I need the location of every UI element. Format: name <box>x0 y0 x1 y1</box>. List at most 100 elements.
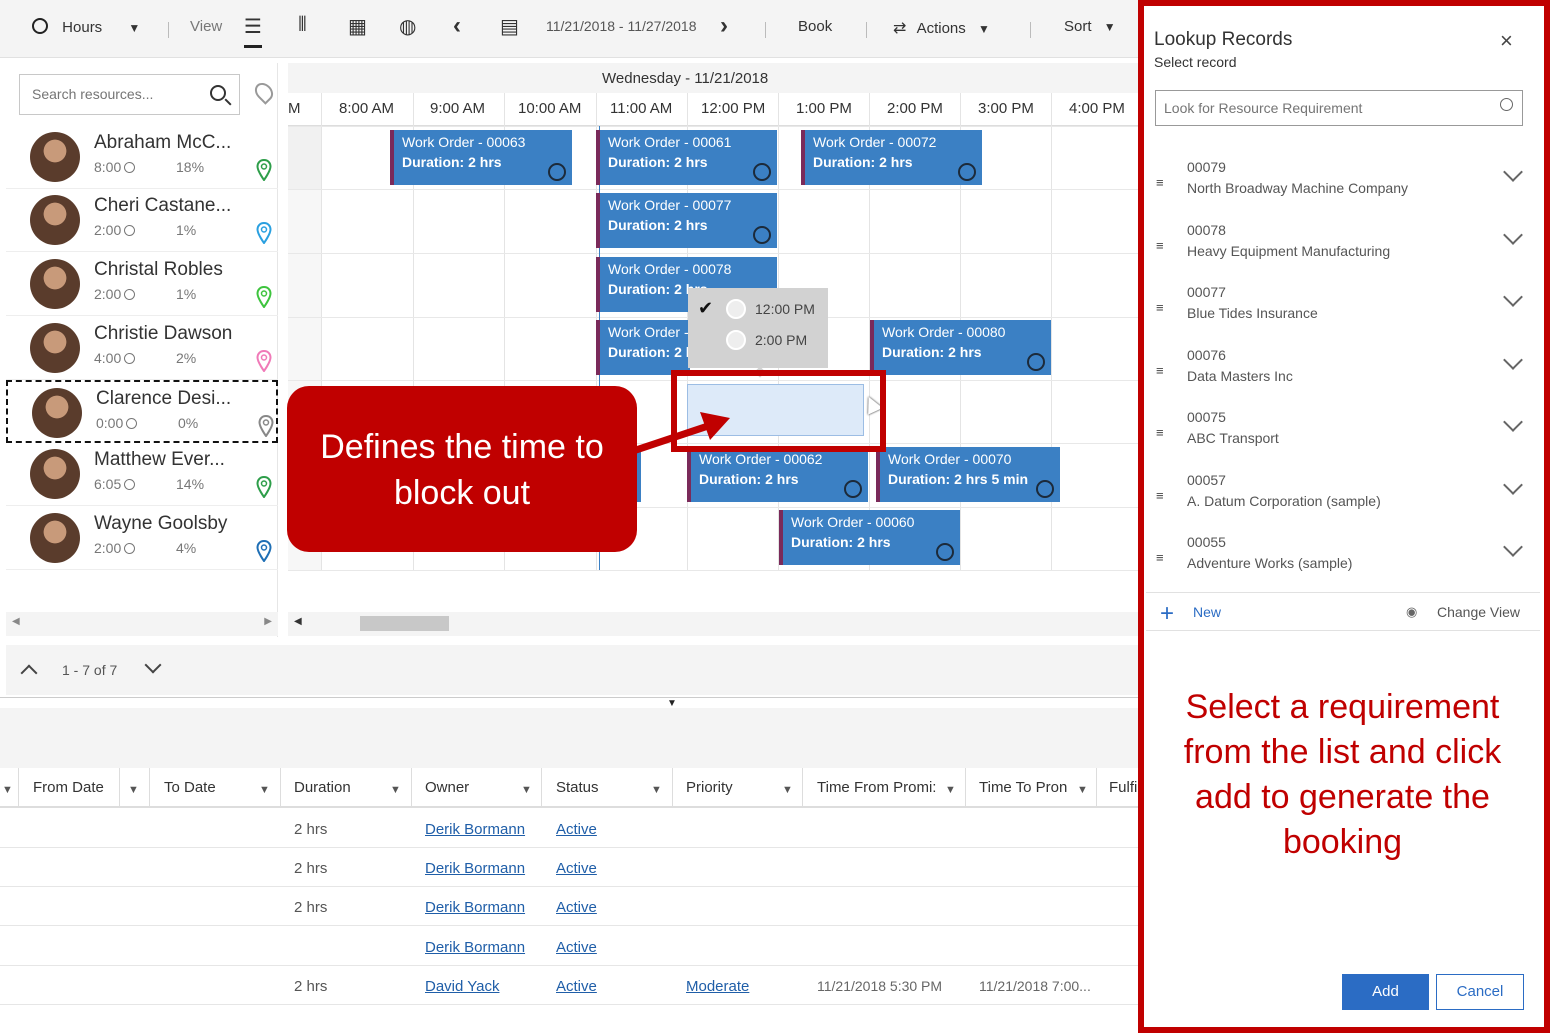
chevron-down-icon[interactable]: ▼ <box>2 784 13 796</box>
next-arrow-icon[interactable]: › <box>720 12 728 40</box>
search-resources-field[interactable] <box>19 74 240 115</box>
plus-icon[interactable]: + <box>1160 600 1174 628</box>
resource-row[interactable]: Cheri Castane... 2:00 1% <box>6 189 278 252</box>
scrollbar-thumb[interactable] <box>360 616 449 631</box>
column-header[interactable]: Time To Pron <box>979 779 1067 796</box>
work-order-booking[interactable]: Work Order - 00061 Duration: 2 hrs <box>596 130 777 185</box>
resource-row[interactable]: Abraham McC... 8:00 18% <box>6 126 278 189</box>
chevron-down-icon[interactable]: ▼ <box>651 784 662 796</box>
chevron-down-icon[interactable] <box>1503 225 1523 245</box>
lookup-record-item[interactable]: ≡ 00079 North Broadway Machine Company <box>1146 147 1540 209</box>
owner-link[interactable]: Derik Bormann <box>425 899 525 916</box>
status-link[interactable]: Active <box>556 860 597 877</box>
resource-row[interactable]: Christal Robles 2:00 1% <box>6 253 278 316</box>
chevron-down-icon[interactable] <box>1503 475 1523 495</box>
search-resources-input[interactable] <box>32 86 197 102</box>
priority-link[interactable]: Moderate <box>686 978 749 995</box>
chevron-down-icon[interactable]: ▼ <box>390 784 401 796</box>
list-view-icon[interactable]: ☰ <box>244 14 262 48</box>
change-view-button[interactable]: Change View <box>1437 604 1520 620</box>
table-view-icon[interactable]: ▦ <box>348 14 367 39</box>
work-order-booking[interactable]: Work Order - Duration: 2 h <box>596 320 694 375</box>
lookup-record-item[interactable]: ≡ 00078 Heavy Equipment Manufacturing <box>1146 210 1540 272</box>
status-link[interactable]: Active <box>556 939 597 956</box>
end-time-option[interactable]: 2:00 PM <box>755 332 807 348</box>
schedule-scrollbar[interactable]: ◀ <box>288 612 1140 636</box>
chevron-down-icon[interactable]: ▼ <box>521 784 532 796</box>
chevron-down-icon[interactable] <box>1503 412 1523 432</box>
scroll-right-icon[interactable]: ▶ <box>264 616 272 627</box>
column-header[interactable]: Status <box>556 779 599 796</box>
resource-row[interactable]: Matthew Ever... 6:05 14% <box>6 443 278 506</box>
close-icon[interactable]: × <box>1500 28 1513 54</box>
chevron-down-icon[interactable]: ▼ <box>128 784 139 796</box>
work-order-booking[interactable]: Work Order - 00060 Duration: 2 hrs <box>779 510 960 565</box>
owner-link[interactable]: Derik Bormann <box>425 821 525 838</box>
owner-link[interactable]: Derik Bormann <box>425 939 525 956</box>
column-header[interactable]: Priority <box>686 779 733 796</box>
resource-row[interactable]: Christie Dawson 4:00 2% <box>6 317 278 380</box>
new-record-button[interactable]: New <box>1193 604 1221 620</box>
map-pin-icon[interactable] <box>256 349 272 373</box>
map-pin-icon[interactable] <box>256 158 272 182</box>
chevron-down-icon[interactable] <box>1503 162 1523 182</box>
add-button[interactable]: Add <box>1342 974 1429 1010</box>
column-header[interactable]: Duration <box>294 779 351 796</box>
chevron-down-icon[interactable] <box>1503 537 1523 557</box>
splitter[interactable]: ▼ <box>0 697 1140 709</box>
chevron-down-icon[interactable]: ▼ <box>259 784 270 796</box>
map-pin-icon[interactable] <box>256 539 272 563</box>
map-pin-icon[interactable] <box>258 414 274 438</box>
globe-icon[interactable]: ◍ <box>399 14 416 39</box>
resource-row[interactable]: Clarence Desi... 0:00 0% <box>6 380 278 443</box>
column-header[interactable]: From Date <box>33 779 104 796</box>
status-link[interactable]: Active <box>556 978 597 995</box>
lookup-search-field[interactable] <box>1155 90 1523 126</box>
start-time-option[interactable]: 12:00 PM <box>755 301 815 317</box>
search-icon[interactable] <box>210 85 226 101</box>
status-link[interactable]: Active <box>556 821 597 838</box>
book-button[interactable]: Book <box>798 18 832 35</box>
chevron-down-icon[interactable]: ▼ <box>945 784 956 796</box>
owner-link[interactable]: David Yack <box>425 978 499 995</box>
lookup-record-item[interactable]: ≡ 00077 Blue Tides Insurance <box>1146 272 1540 334</box>
columns-view-icon[interactable]: ⦀ <box>298 14 307 37</box>
chevron-up-icon[interactable] <box>20 664 38 682</box>
chevron-down-icon[interactable] <box>144 656 162 674</box>
lookup-search-input[interactable] <box>1164 100 1484 116</box>
calendar-icon[interactable]: ▤ <box>500 14 519 39</box>
chevron-down-icon[interactable]: ▼ <box>1077 784 1088 796</box>
column-header[interactable]: Fulfi <box>1109 779 1137 796</box>
search-icon[interactable] <box>1500 98 1513 111</box>
map-pin-icon[interactable] <box>256 221 272 245</box>
work-order-booking[interactable]: Work Order - 00063 Duration: 2 hrs <box>390 130 572 185</box>
scroll-left-icon[interactable]: ◀ <box>294 616 302 627</box>
scroll-left-icon[interactable]: ◀ <box>12 616 20 627</box>
work-order-booking[interactable]: Work Order - 00080 Duration: 2 hrs <box>870 320 1051 375</box>
map-pin-icon[interactable] <box>256 475 272 499</box>
sort-button[interactable]: Sort ▼ <box>1064 18 1116 35</box>
work-order-booking[interactable]: Work Order - 00072 Duration: 2 hrs <box>801 130 982 185</box>
map-pin-icon[interactable] <box>256 285 272 309</box>
previous-arrow-icon[interactable]: ‹ <box>453 12 461 40</box>
resource-row[interactable]: Wayne Goolsby 2:00 4% <box>6 507 278 570</box>
actions-button[interactable]: ⇄ Actions ▼ <box>893 18 990 38</box>
chevron-down-icon[interactable]: ▼ <box>782 784 793 796</box>
resource-scrollbar[interactable]: ◀ ▶ <box>6 612 278 636</box>
owner-link[interactable]: Derik Bormann <box>425 860 525 877</box>
work-order-booking[interactable]: Work Order - 00070 Duration: 2 hrs 5 min <box>876 447 1060 502</box>
chevron-down-icon[interactable] <box>1503 350 1523 370</box>
lookup-record-item[interactable]: ≡ 00055 Adventure Works (sample) <box>1146 522 1540 584</box>
hours-dropdown[interactable]: Hours ▼ <box>32 18 140 36</box>
status-link[interactable]: Active <box>556 899 597 916</box>
column-header[interactable]: Time From Promi: <box>817 779 936 796</box>
lookup-record-item[interactable]: ≡ 00076 Data Masters Inc <box>1146 335 1540 397</box>
cancel-button[interactable]: Cancel <box>1436 974 1524 1010</box>
work-order-booking[interactable]: Work Order - 00077 Duration: 2 hrs <box>596 193 777 248</box>
lookup-record-item[interactable]: ≡ 00057 A. Datum Corporation (sample) <box>1146 460 1540 522</box>
date-range[interactable]: 11/21/2018 - 11/27/2018 <box>546 18 697 34</box>
lookup-record-item[interactable]: ≡ 00075 ABC Transport <box>1146 397 1540 459</box>
chevron-down-icon[interactable] <box>1503 287 1523 307</box>
column-header[interactable]: To Date <box>164 779 216 796</box>
column-header[interactable]: Owner <box>425 779 469 796</box>
